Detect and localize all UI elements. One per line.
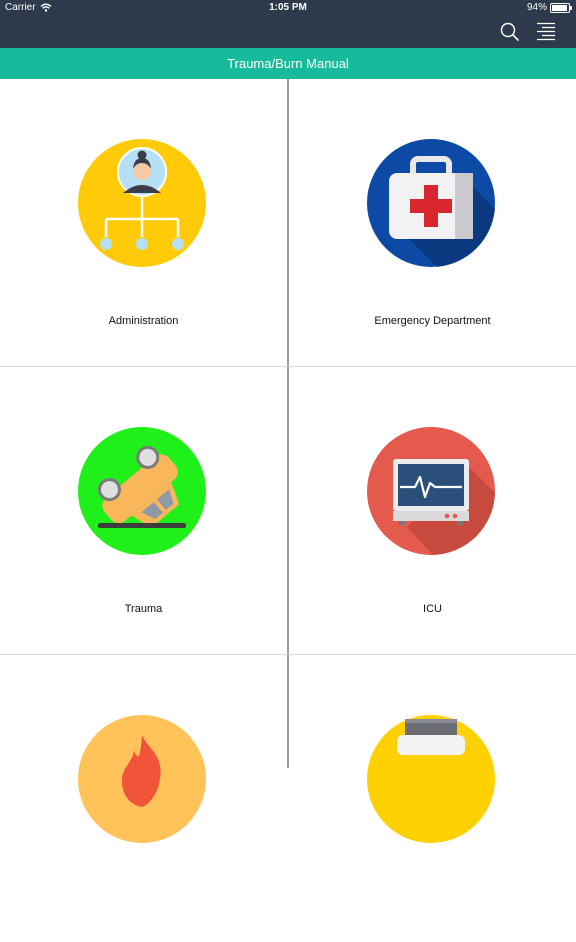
heart-monitor-icon: [367, 427, 495, 555]
grid-divider-horizontal: [0, 366, 576, 367]
battery-icon: [550, 2, 572, 13]
medicine-bottle-icon: [367, 715, 495, 843]
battery-indicator: 94%: [526, 2, 572, 13]
first-aid-kit-icon: [367, 139, 495, 267]
overturned-car-icon: [78, 427, 206, 555]
battery-percent: 94%: [526, 2, 547, 13]
tile-administration[interactable]: Administration: [0, 79, 287, 366]
search-button[interactable]: [498, 20, 522, 44]
tile-label-emergency-department: Emergency Department: [374, 315, 491, 327]
tile-emergency-department[interactable]: Emergency Department: [289, 79, 576, 366]
burn-flame-icon: [78, 715, 206, 843]
tile-trauma[interactable]: Trauma: [0, 367, 287, 654]
status-bar: Carrier 1:05 PM 94%: [0, 0, 576, 16]
tile-icu[interactable]: ICU: [289, 367, 576, 654]
grid-divider-vertical: [287, 79, 289, 768]
grid-divider-horizontal: [0, 654, 576, 655]
page-title: Trauma/Burn Manual: [227, 56, 349, 71]
search-icon: [500, 22, 519, 41]
menu-button[interactable]: [534, 20, 558, 44]
nav-bar: [0, 16, 576, 48]
tile-burn[interactable]: [0, 655, 287, 942]
menu-icon: [537, 22, 555, 41]
tile-medicine[interactable]: [289, 655, 576, 942]
status-time: 1:05 PM: [269, 2, 307, 13]
tile-label-icu: ICU: [423, 603, 442, 615]
category-grid: Administration Emergency Department Trau…: [0, 79, 576, 942]
title-bar: Trauma/Burn Manual: [0, 48, 576, 79]
tile-label-administration: Administration: [108, 315, 179, 327]
administration-icon: [78, 139, 206, 267]
tile-label-trauma: Trauma: [124, 603, 163, 615]
